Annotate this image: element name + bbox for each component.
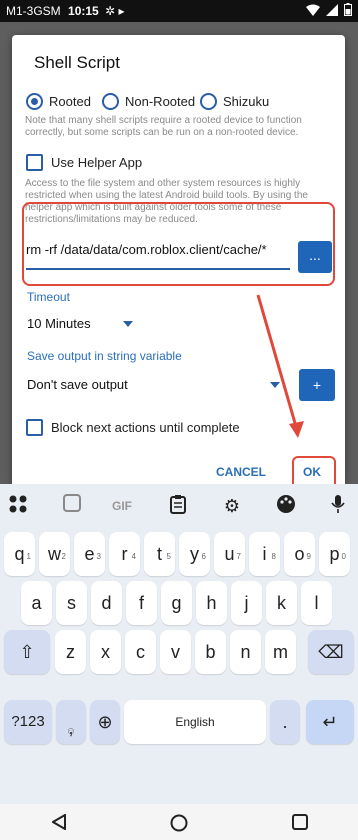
key-label: q — [14, 544, 25, 564]
key-label: n — [240, 642, 251, 662]
period-key[interactable]: . — [270, 700, 300, 744]
comma-key[interactable]: ☺ , — [56, 700, 86, 744]
keyboard-toolbar: GIF ⚙ — [0, 484, 358, 528]
sticker-icon[interactable] — [60, 494, 84, 518]
key-w[interactable]: w2 — [39, 532, 70, 576]
key-n[interactable]: n — [230, 630, 261, 674]
key-hint: 2 — [61, 552, 66, 561]
key-q[interactable]: q1 — [4, 532, 35, 576]
key-a[interactable]: a — [21, 581, 52, 625]
key-label: z — [66, 642, 75, 662]
key-label: p — [329, 544, 340, 564]
key-z[interactable]: z — [55, 630, 86, 674]
gif-icon[interactable]: GIF — [110, 494, 134, 518]
key-k[interactable]: k — [266, 581, 297, 625]
key-label: t — [156, 544, 162, 564]
key-m[interactable]: m — [265, 630, 296, 674]
key-label: b — [205, 642, 216, 662]
mic-icon[interactable] — [326, 494, 350, 518]
key-hint: 5 — [166, 552, 171, 561]
space-key[interactable]: English — [124, 700, 266, 744]
key-h[interactable]: h — [196, 581, 227, 625]
key-label: a — [31, 593, 42, 613]
key-label: h — [206, 593, 217, 613]
key-label: j — [244, 593, 249, 613]
globe-icon[interactable]: ⊕ — [90, 700, 120, 744]
key-hint: 4 — [131, 552, 136, 561]
home-icon[interactable] — [170, 814, 188, 832]
key-u[interactable]: u7 — [214, 532, 245, 576]
key-label: g — [171, 593, 182, 613]
key-label: m — [273, 642, 288, 662]
key-label: y — [190, 544, 199, 564]
key-label: i — [262, 544, 267, 564]
key-label: k — [277, 593, 286, 613]
annotation-arrow — [256, 294, 304, 438]
recents-icon[interactable] — [292, 814, 308, 830]
key-p[interactable]: p0 — [319, 532, 350, 576]
key-label: r — [121, 544, 128, 564]
key-label: w — [48, 544, 61, 564]
key-label: l — [314, 593, 319, 613]
key-x[interactable]: x — [90, 630, 121, 674]
palette-icon[interactable] — [274, 494, 298, 518]
key-c[interactable]: c — [125, 630, 156, 674]
key-s[interactable]: s — [56, 581, 87, 625]
enter-key[interactable]: ↵ — [306, 700, 354, 744]
key-hint: 1 — [26, 552, 31, 561]
clipboard-icon[interactable] — [166, 494, 190, 518]
key-i[interactable]: i8 — [249, 532, 280, 576]
key-hint: 7 — [236, 552, 241, 561]
key-g[interactable]: g — [161, 581, 192, 625]
emoji-hint: ☺ — [65, 726, 77, 737]
key-y[interactable]: y6 — [179, 532, 210, 576]
key-j[interactable]: j — [231, 581, 262, 625]
key-label: c — [136, 642, 145, 662]
key-label: u — [224, 544, 235, 564]
key-o[interactable]: o9 — [284, 532, 315, 576]
key-label: f — [138, 593, 144, 613]
key-r[interactable]: r4 — [109, 532, 140, 576]
key-v[interactable]: v — [160, 630, 191, 674]
key-hint: 3 — [96, 552, 101, 561]
key-l[interactable]: l — [301, 581, 332, 625]
key-hint: 0 — [341, 552, 346, 561]
key-d[interactable]: d — [91, 581, 122, 625]
key-b[interactable]: b — [195, 630, 226, 674]
key-f[interactable]: f — [126, 581, 157, 625]
key-hint: 8 — [271, 552, 276, 561]
key-hint: 9 — [306, 552, 311, 561]
key-label: x — [101, 642, 110, 662]
key-label: e — [84, 544, 95, 564]
on-screen-keyboard: GIF ⚙ ⇧ ⌫ ?123 ☺ , ⊕ English . ↵ q1w2e3r… — [0, 484, 358, 804]
key-t[interactable]: t5 — [144, 532, 175, 576]
key-e[interactable]: e3 — [74, 532, 105, 576]
navigation-bar — [0, 804, 358, 840]
key-hint: 6 — [201, 552, 206, 561]
backspace-key[interactable]: ⌫ — [308, 630, 354, 674]
key-label: d — [101, 593, 112, 613]
shift-key[interactable]: ⇧ — [4, 630, 50, 674]
settings-icon[interactable]: ⚙ — [220, 494, 244, 518]
key-label: s — [67, 593, 76, 613]
symbols-key[interactable]: ?123 — [4, 700, 52, 744]
back-icon[interactable] — [52, 814, 66, 830]
key-label: o — [294, 544, 305, 564]
key-label: v — [171, 642, 180, 662]
apps-icon[interactable] — [6, 494, 30, 518]
